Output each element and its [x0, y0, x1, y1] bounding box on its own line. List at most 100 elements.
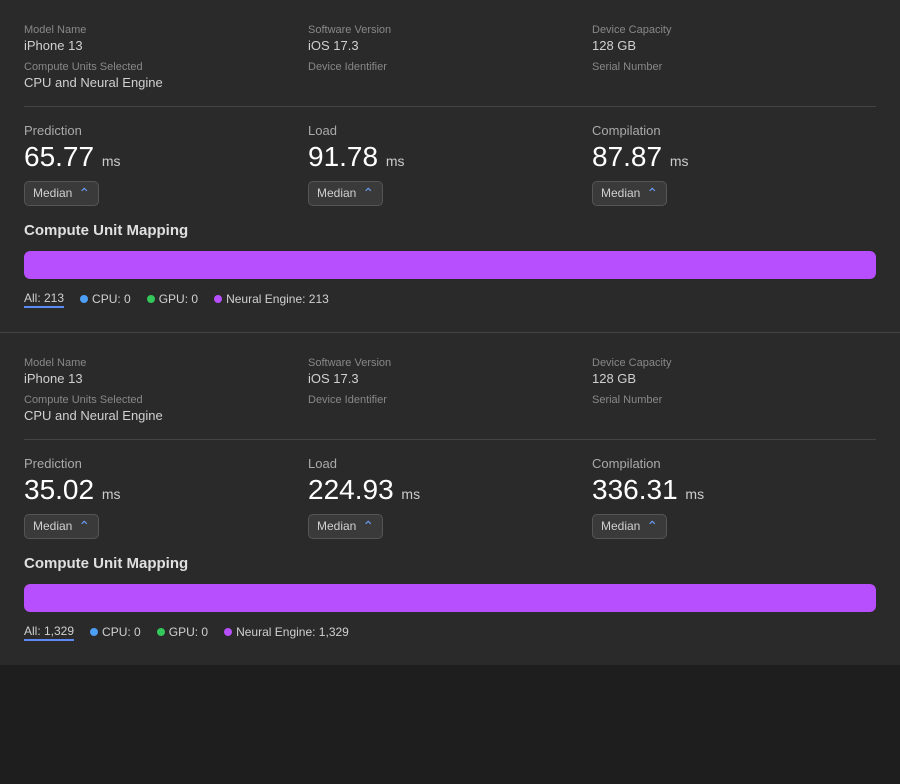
chevron-down-icon: ⌃ [78, 185, 90, 202]
model-name-label: Model Name [24, 357, 308, 369]
legend-neural-label: Neural Engine: 1,329 [236, 625, 349, 639]
device-identifier-label: Device Identifier [308, 61, 592, 73]
metric-cell-0: Prediction 65.77 ms Median ⌃ [24, 123, 308, 206]
compute-unit-mapping-title: Compute Unit Mapping [24, 222, 876, 239]
metric-dropdown-2[interactable]: Median ⌃ [592, 514, 667, 539]
compute-units-cell: Compute Units Selected CPU and Neural En… [24, 390, 308, 427]
metric-dropdown-0[interactable]: Median ⌃ [24, 514, 99, 539]
legend-all: All: 1,329 [24, 624, 74, 641]
metric-label-2: Compilation [592, 456, 876, 471]
divider [24, 439, 876, 440]
metric-unit-0: ms [102, 486, 121, 502]
model-name-cell: Model Name iPhone 13 [24, 353, 308, 390]
cpu-dot-icon [80, 295, 88, 303]
dropdown-label-1: Median [317, 186, 356, 200]
legend-gpu: GPU: 0 [157, 625, 208, 639]
serial-number-label: Serial Number [592, 61, 876, 73]
legend-gpu-label: GPU: 0 [169, 625, 208, 639]
software-version-cell: Software Version iOS 17.3 [308, 20, 592, 57]
metric-value-0: 65.77 ms [24, 142, 308, 173]
metrics-grid: Prediction 35.02 ms Median ⌃ Load 224.93… [24, 456, 876, 539]
legend-cpu: CPU: 0 [80, 292, 131, 306]
dropdown-label-1: Median [317, 519, 356, 533]
metric-value-0: 35.02 ms [24, 475, 308, 506]
compute-units-value: CPU and Neural Engine [24, 75, 308, 90]
bar-legend: All: 213 CPU: 0 GPU: 0 Neural Engine: 21… [24, 291, 876, 308]
serial-number-cell: Serial Number [592, 390, 876, 427]
compute-unit-bar [24, 584, 876, 612]
metric-label-1: Load [308, 123, 592, 138]
software-version-value: iOS 17.3 [308, 38, 592, 53]
info-grid: Model Name iPhone 13 Software Version iO… [24, 353, 876, 427]
metric-cell-1: Load 91.78 ms Median ⌃ [308, 123, 592, 206]
neural-engine-bar-fill [24, 251, 876, 279]
bar-legend: All: 1,329 CPU: 0 GPU: 0 Neural Engine: … [24, 624, 876, 641]
panel-2: Model Name iPhone 13 Software Version iO… [0, 333, 900, 665]
info-grid: Model Name iPhone 13 Software Version iO… [24, 20, 876, 94]
legend-neural: Neural Engine: 1,329 [224, 625, 349, 639]
software-version-value: iOS 17.3 [308, 371, 592, 386]
device-capacity-cell: Device Capacity 128 GB [592, 20, 876, 57]
gpu-dot-icon [147, 295, 155, 303]
metric-value-2: 87.87 ms [592, 142, 876, 173]
model-name-cell: Model Name iPhone 13 [24, 20, 308, 57]
model-name-value: iPhone 13 [24, 38, 308, 53]
chevron-down-icon: ⌃ [362, 518, 374, 535]
neural-dot-icon [214, 295, 222, 303]
compute-units-label: Compute Units Selected [24, 61, 308, 73]
metric-label-0: Prediction [24, 456, 308, 471]
cpu-dot-icon [90, 628, 98, 636]
legend-neural-label: Neural Engine: 213 [226, 292, 329, 306]
serial-number-label: Serial Number [592, 394, 876, 406]
neural-engine-bar-fill [24, 584, 876, 612]
dropdown-label-2: Median [601, 519, 640, 533]
panel-1: Model Name iPhone 13 Software Version iO… [0, 0, 900, 333]
chevron-down-icon: ⌃ [646, 185, 658, 202]
metric-unit-2: ms [685, 486, 704, 502]
dropdown-label-0: Median [33, 519, 72, 533]
compute-unit-bar [24, 251, 876, 279]
chevron-down-icon: ⌃ [78, 518, 90, 535]
metric-cell-0: Prediction 35.02 ms Median ⌃ [24, 456, 308, 539]
model-name-value: iPhone 13 [24, 371, 308, 386]
metric-value-1: 91.78 ms [308, 142, 592, 173]
metric-value-1: 224.93 ms [308, 475, 592, 506]
device-capacity-label: Device Capacity [592, 357, 876, 369]
serial-number-cell: Serial Number [592, 57, 876, 94]
metric-cell-1: Load 224.93 ms Median ⌃ [308, 456, 592, 539]
metric-dropdown-0[interactable]: Median ⌃ [24, 181, 99, 206]
metric-unit-0: ms [102, 153, 121, 169]
device-capacity-label: Device Capacity [592, 24, 876, 36]
device-identifier-cell: Device Identifier [308, 390, 592, 427]
chevron-down-icon: ⌃ [362, 185, 374, 202]
model-name-label: Model Name [24, 24, 308, 36]
dropdown-label-0: Median [33, 186, 72, 200]
metric-label-1: Load [308, 456, 592, 471]
compute-units-value: CPU and Neural Engine [24, 408, 308, 423]
divider [24, 106, 876, 107]
legend-cpu-label: CPU: 0 [102, 625, 141, 639]
metric-label-2: Compilation [592, 123, 876, 138]
legend-all: All: 213 [24, 291, 64, 308]
legend-gpu: GPU: 0 [147, 292, 198, 306]
software-version-cell: Software Version iOS 17.3 [308, 353, 592, 390]
legend-cpu: CPU: 0 [90, 625, 141, 639]
compute-unit-mapping-title: Compute Unit Mapping [24, 555, 876, 572]
metric-dropdown-1[interactable]: Median ⌃ [308, 181, 383, 206]
dropdown-label-2: Median [601, 186, 640, 200]
metric-cell-2: Compilation 87.87 ms Median ⌃ [592, 123, 876, 206]
metric-unit-2: ms [670, 153, 689, 169]
metric-dropdown-1[interactable]: Median ⌃ [308, 514, 383, 539]
software-version-label: Software Version [308, 24, 592, 36]
compute-units-label: Compute Units Selected [24, 394, 308, 406]
device-identifier-cell: Device Identifier [308, 57, 592, 94]
device-capacity-value: 128 GB [592, 38, 876, 53]
metric-label-0: Prediction [24, 123, 308, 138]
metric-dropdown-2[interactable]: Median ⌃ [592, 181, 667, 206]
metric-unit-1: ms [401, 486, 420, 502]
device-identifier-label: Device Identifier [308, 394, 592, 406]
legend-cpu-label: CPU: 0 [92, 292, 131, 306]
metric-value-2: 336.31 ms [592, 475, 876, 506]
metric-unit-1: ms [386, 153, 405, 169]
legend-neural: Neural Engine: 213 [214, 292, 329, 306]
